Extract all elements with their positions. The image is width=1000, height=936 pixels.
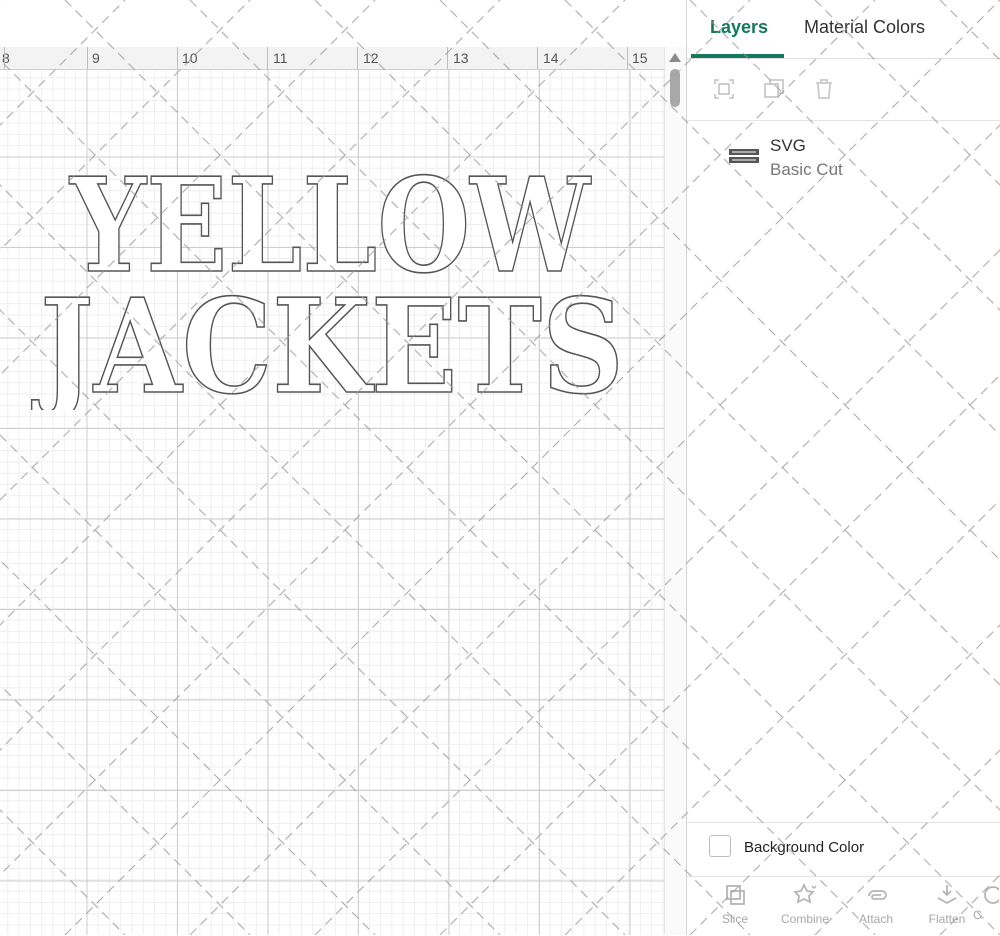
flatten-label: Flatten [928, 912, 966, 926]
vertical-scrollbar[interactable] [664, 47, 686, 935]
combine-label: Combine [780, 912, 830, 926]
delete-icon[interactable] [812, 77, 836, 106]
ruler-mark: 14 [543, 50, 559, 66]
slice-icon [726, 885, 745, 905]
slice-label: Slice [721, 912, 748, 926]
ruler-tick [627, 47, 628, 69]
ruler-mark: 13 [453, 50, 469, 66]
layer-item[interactable]: SVG Basic Cut [687, 128, 1000, 188]
layers-panel: Layers Material Colors SVG Basic Cut Bac… [686, 0, 1000, 935]
background-color-row: Background Color [687, 822, 1000, 869]
ruler-mark: 9 [92, 50, 100, 66]
ruler-mark: 15 [632, 50, 648, 66]
panel-tabs: Layers Material Colors [687, 0, 1000, 59]
attach-button[interactable]: Attach [847, 882, 905, 926]
tab-material-colors[interactable]: Material Colors [804, 17, 925, 38]
tab-layers[interactable]: Layers [710, 17, 768, 38]
background-color-label: Background Color [744, 839, 865, 856]
slice-button[interactable]: Slice [706, 882, 764, 926]
combine-icon [793, 882, 817, 904]
design-text-line-2: JACKETS [31, 270, 624, 410]
horizontal-ruler: 8 9 10 11 12 13 14 15 [0, 47, 664, 70]
bottom-toolbar: Slice Combine Attach Flatten C [687, 876, 1000, 936]
layer-name: SVG [770, 136, 806, 155]
scroll-thumb[interactable] [670, 69, 680, 107]
contour-label: C [973, 908, 982, 922]
layer-operation: Basic Cut [770, 160, 843, 179]
layer-thumbnail [729, 149, 759, 168]
ruler-tick [177, 47, 178, 69]
ruler-tick [357, 47, 358, 69]
flatten-button[interactable]: Flatten [918, 882, 976, 926]
ruler-mark: 10 [182, 50, 198, 66]
contour-button[interactable]: C [973, 882, 1000, 922]
attach-icon [868, 890, 887, 900]
contour-icon [984, 886, 999, 904]
scroll-up-arrow-icon[interactable] [669, 53, 681, 62]
ruler-mark: 12 [363, 50, 379, 66]
duplicate-icon[interactable] [762, 77, 786, 106]
combine-button[interactable]: Combine [776, 882, 834, 926]
attach-label: Attach [858, 912, 894, 926]
ruler-mark: 11 [273, 50, 288, 66]
design-canvas[interactable]: 8 9 10 11 12 13 14 15 YELLOW JACKETS [0, 0, 686, 935]
ruler-tick [537, 47, 538, 69]
ruler-tick [267, 47, 268, 69]
flatten-icon [937, 885, 957, 905]
ruler-tick [447, 47, 448, 69]
background-color-checkbox[interactable] [709, 835, 731, 857]
yellow-jackets-design[interactable]: YELLOW JACKETS [0, 150, 664, 410]
ruler-tick [87, 47, 88, 69]
group-icon[interactable] [712, 77, 736, 106]
layer-toolbar [687, 58, 1000, 121]
ruler-tick [4, 47, 5, 69]
